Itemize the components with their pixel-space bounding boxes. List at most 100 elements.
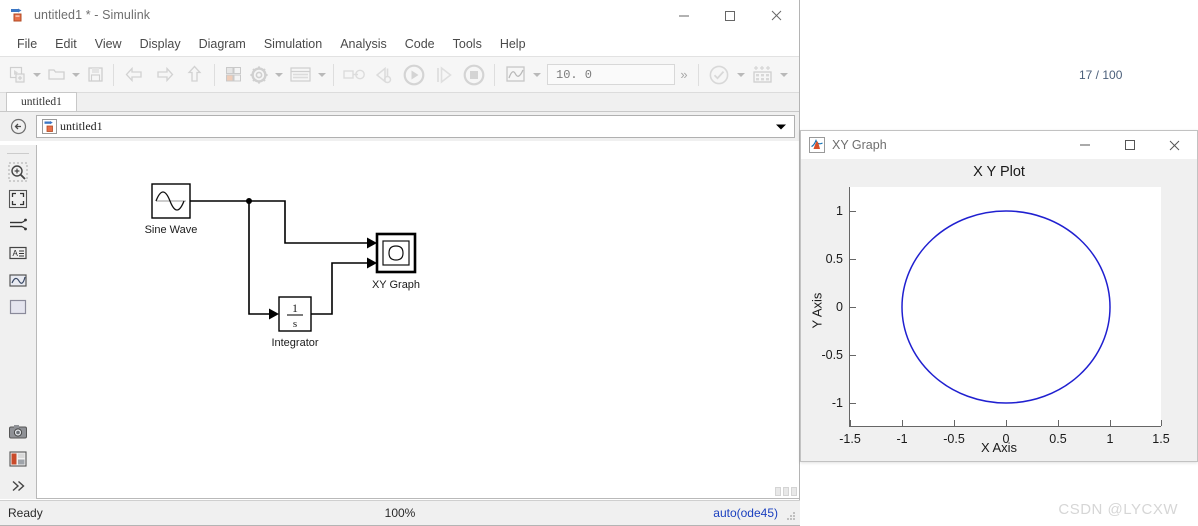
forward-button[interactable] xyxy=(149,61,179,89)
scope-viewer-tool[interactable] xyxy=(5,266,31,293)
close-button[interactable] xyxy=(753,0,799,31)
xy-graph-window: XY Graph X Y Plot Y Axis X Axis 1 0.5 0 … xyxy=(800,130,1198,462)
plot-ylabel: Y Axis xyxy=(809,292,825,329)
signal-routing-tool[interactable] xyxy=(5,212,31,239)
step-back-button[interactable] xyxy=(369,61,399,89)
xy-window-controls xyxy=(1062,131,1197,159)
model-configuration-dropdown[interactable] xyxy=(272,61,285,89)
fast-restart-button[interactable] xyxy=(704,61,734,89)
simulink-model-icon xyxy=(42,119,57,134)
chevron-down-icon[interactable] xyxy=(776,124,786,129)
fit-to-view-tool[interactable] xyxy=(5,185,31,212)
toolbar-separator xyxy=(113,63,114,86)
more-tools[interactable] xyxy=(5,472,31,499)
menu-help[interactable]: Help xyxy=(491,34,535,54)
menu-simulation[interactable]: Simulation xyxy=(255,34,331,54)
maximize-button[interactable] xyxy=(707,0,753,31)
fast-restart-dropdown[interactable] xyxy=(734,61,747,89)
perspectives-button[interactable] xyxy=(747,61,777,89)
maximize-button[interactable] xyxy=(1107,131,1152,159)
new-model-dropdown[interactable] xyxy=(30,61,43,89)
menubar: File Edit View Display Diagram Simulatio… xyxy=(0,31,799,56)
toolbar-separator xyxy=(214,63,215,86)
breadcrumb-row: untitled1 xyxy=(0,112,799,141)
open-model-dropdown[interactable] xyxy=(69,61,82,89)
menu-view[interactable]: View xyxy=(86,34,131,54)
save-button[interactable] xyxy=(82,61,108,89)
canvas-resize-grip[interactable] xyxy=(775,487,797,496)
watermark: CSDN @LYCXW xyxy=(1058,501,1178,518)
simulink-title-text: untitled1 * - Simulink xyxy=(34,8,151,22)
statusbar: Ready 100% auto(ode45) xyxy=(0,500,800,525)
x-ticklabel: -0.5 xyxy=(943,432,965,446)
integrator-block: 1 s Integrator xyxy=(271,296,319,349)
simulation-data-inspector-button[interactable] xyxy=(500,61,530,89)
layout-tool[interactable] xyxy=(5,445,31,472)
toolbar-separator xyxy=(333,63,334,86)
y-ticklabel: 1 xyxy=(836,204,843,218)
simulink-window: untitled1 * - Simulink File Edit View Di… xyxy=(0,0,800,526)
toolbar-overflow-button[interactable]: » xyxy=(675,61,693,89)
update-model-button[interactable] xyxy=(339,61,369,89)
menu-tools[interactable]: Tools xyxy=(444,34,491,54)
svg-text:Sine Wave: Sine Wave xyxy=(145,224,198,236)
toolbar-separator xyxy=(698,63,699,86)
back-button[interactable] xyxy=(119,61,149,89)
menu-display[interactable]: Display xyxy=(131,34,190,54)
screen-root: untitled1 * - Simulink File Edit View Di… xyxy=(0,0,1198,526)
step-forward-button[interactable] xyxy=(429,61,459,89)
tab-untitled1[interactable]: untitled1 xyxy=(6,92,77,111)
simulation-stop-time-input[interactable]: 10. 0 xyxy=(547,64,675,85)
rail-divider xyxy=(6,153,29,154)
menu-diagram[interactable]: Diagram xyxy=(190,34,255,54)
model-explorer-dropdown[interactable] xyxy=(315,61,328,89)
perspectives-dropdown[interactable] xyxy=(777,61,790,89)
plot-title: X Y Plot xyxy=(973,164,1025,180)
y-ticklabel: -0.5 xyxy=(821,348,843,362)
svg-text:s: s xyxy=(293,318,297,330)
stop-button[interactable] xyxy=(459,61,489,89)
svg-text:XY Graph: XY Graph xyxy=(372,279,420,291)
library-browser-button[interactable] xyxy=(220,61,246,89)
xy-graph-titlebar: XY Graph xyxy=(801,131,1197,159)
matlab-icon xyxy=(809,137,825,153)
y-ticklabel: 0.5 xyxy=(825,252,843,266)
menu-edit[interactable]: Edit xyxy=(46,34,86,54)
zoom-tool[interactable] xyxy=(5,158,31,185)
status-solver[interactable]: auto(ode45) xyxy=(713,506,778,520)
menu-analysis[interactable]: Analysis xyxy=(331,34,396,54)
model-canvas[interactable]: Sine Wave 1 s Integrator XY Graph xyxy=(36,145,799,499)
close-button[interactable] xyxy=(1152,131,1197,159)
screenshot-tool[interactable] xyxy=(5,418,31,445)
status-ready: Ready xyxy=(8,506,43,520)
area-tool[interactable] xyxy=(5,293,31,320)
status-zoom-level: 100% xyxy=(384,506,416,520)
simulink-window-controls xyxy=(661,0,799,31)
x-ticklabel: 1.5 xyxy=(1152,432,1170,446)
model-explorer-button[interactable] xyxy=(285,61,315,89)
x-ticklabel: 0 xyxy=(1002,432,1010,446)
menu-file[interactable]: File xyxy=(8,34,46,54)
xy-graph-title-text: XY Graph xyxy=(832,138,887,152)
resize-grip[interactable] xyxy=(786,511,796,521)
minimize-button[interactable] xyxy=(1062,131,1107,159)
breadcrumb-label: untitled1 xyxy=(60,119,103,133)
plot-axes: 1 0.5 0 -0.5 -1 -1.5 -1 -0.5 0 0.5 1 1.5 xyxy=(821,187,1170,446)
new-model-button[interactable] xyxy=(4,61,30,89)
run-button[interactable] xyxy=(399,61,429,89)
sine-wave-block: Sine Wave xyxy=(145,183,198,236)
page-counter: 17 / 100 xyxy=(1079,68,1123,82)
model-configuration-button[interactable] xyxy=(246,61,272,89)
up-to-parent-button[interactable] xyxy=(179,61,209,89)
annotation-tool[interactable]: A xyxy=(5,239,31,266)
menu-code[interactable]: Code xyxy=(396,34,444,54)
signal-junction xyxy=(246,198,252,204)
svg-text:1: 1 xyxy=(292,301,298,315)
minimize-button[interactable] xyxy=(661,0,707,31)
open-model-button[interactable] xyxy=(43,61,69,89)
back-circle-icon[interactable] xyxy=(0,112,36,141)
canvas-tool-rail: A xyxy=(0,145,35,499)
breadcrumb[interactable]: untitled1 xyxy=(36,115,795,138)
x-ticklabel: 0.5 xyxy=(1049,432,1067,446)
simulation-data-inspector-dropdown[interactable] xyxy=(530,61,543,89)
